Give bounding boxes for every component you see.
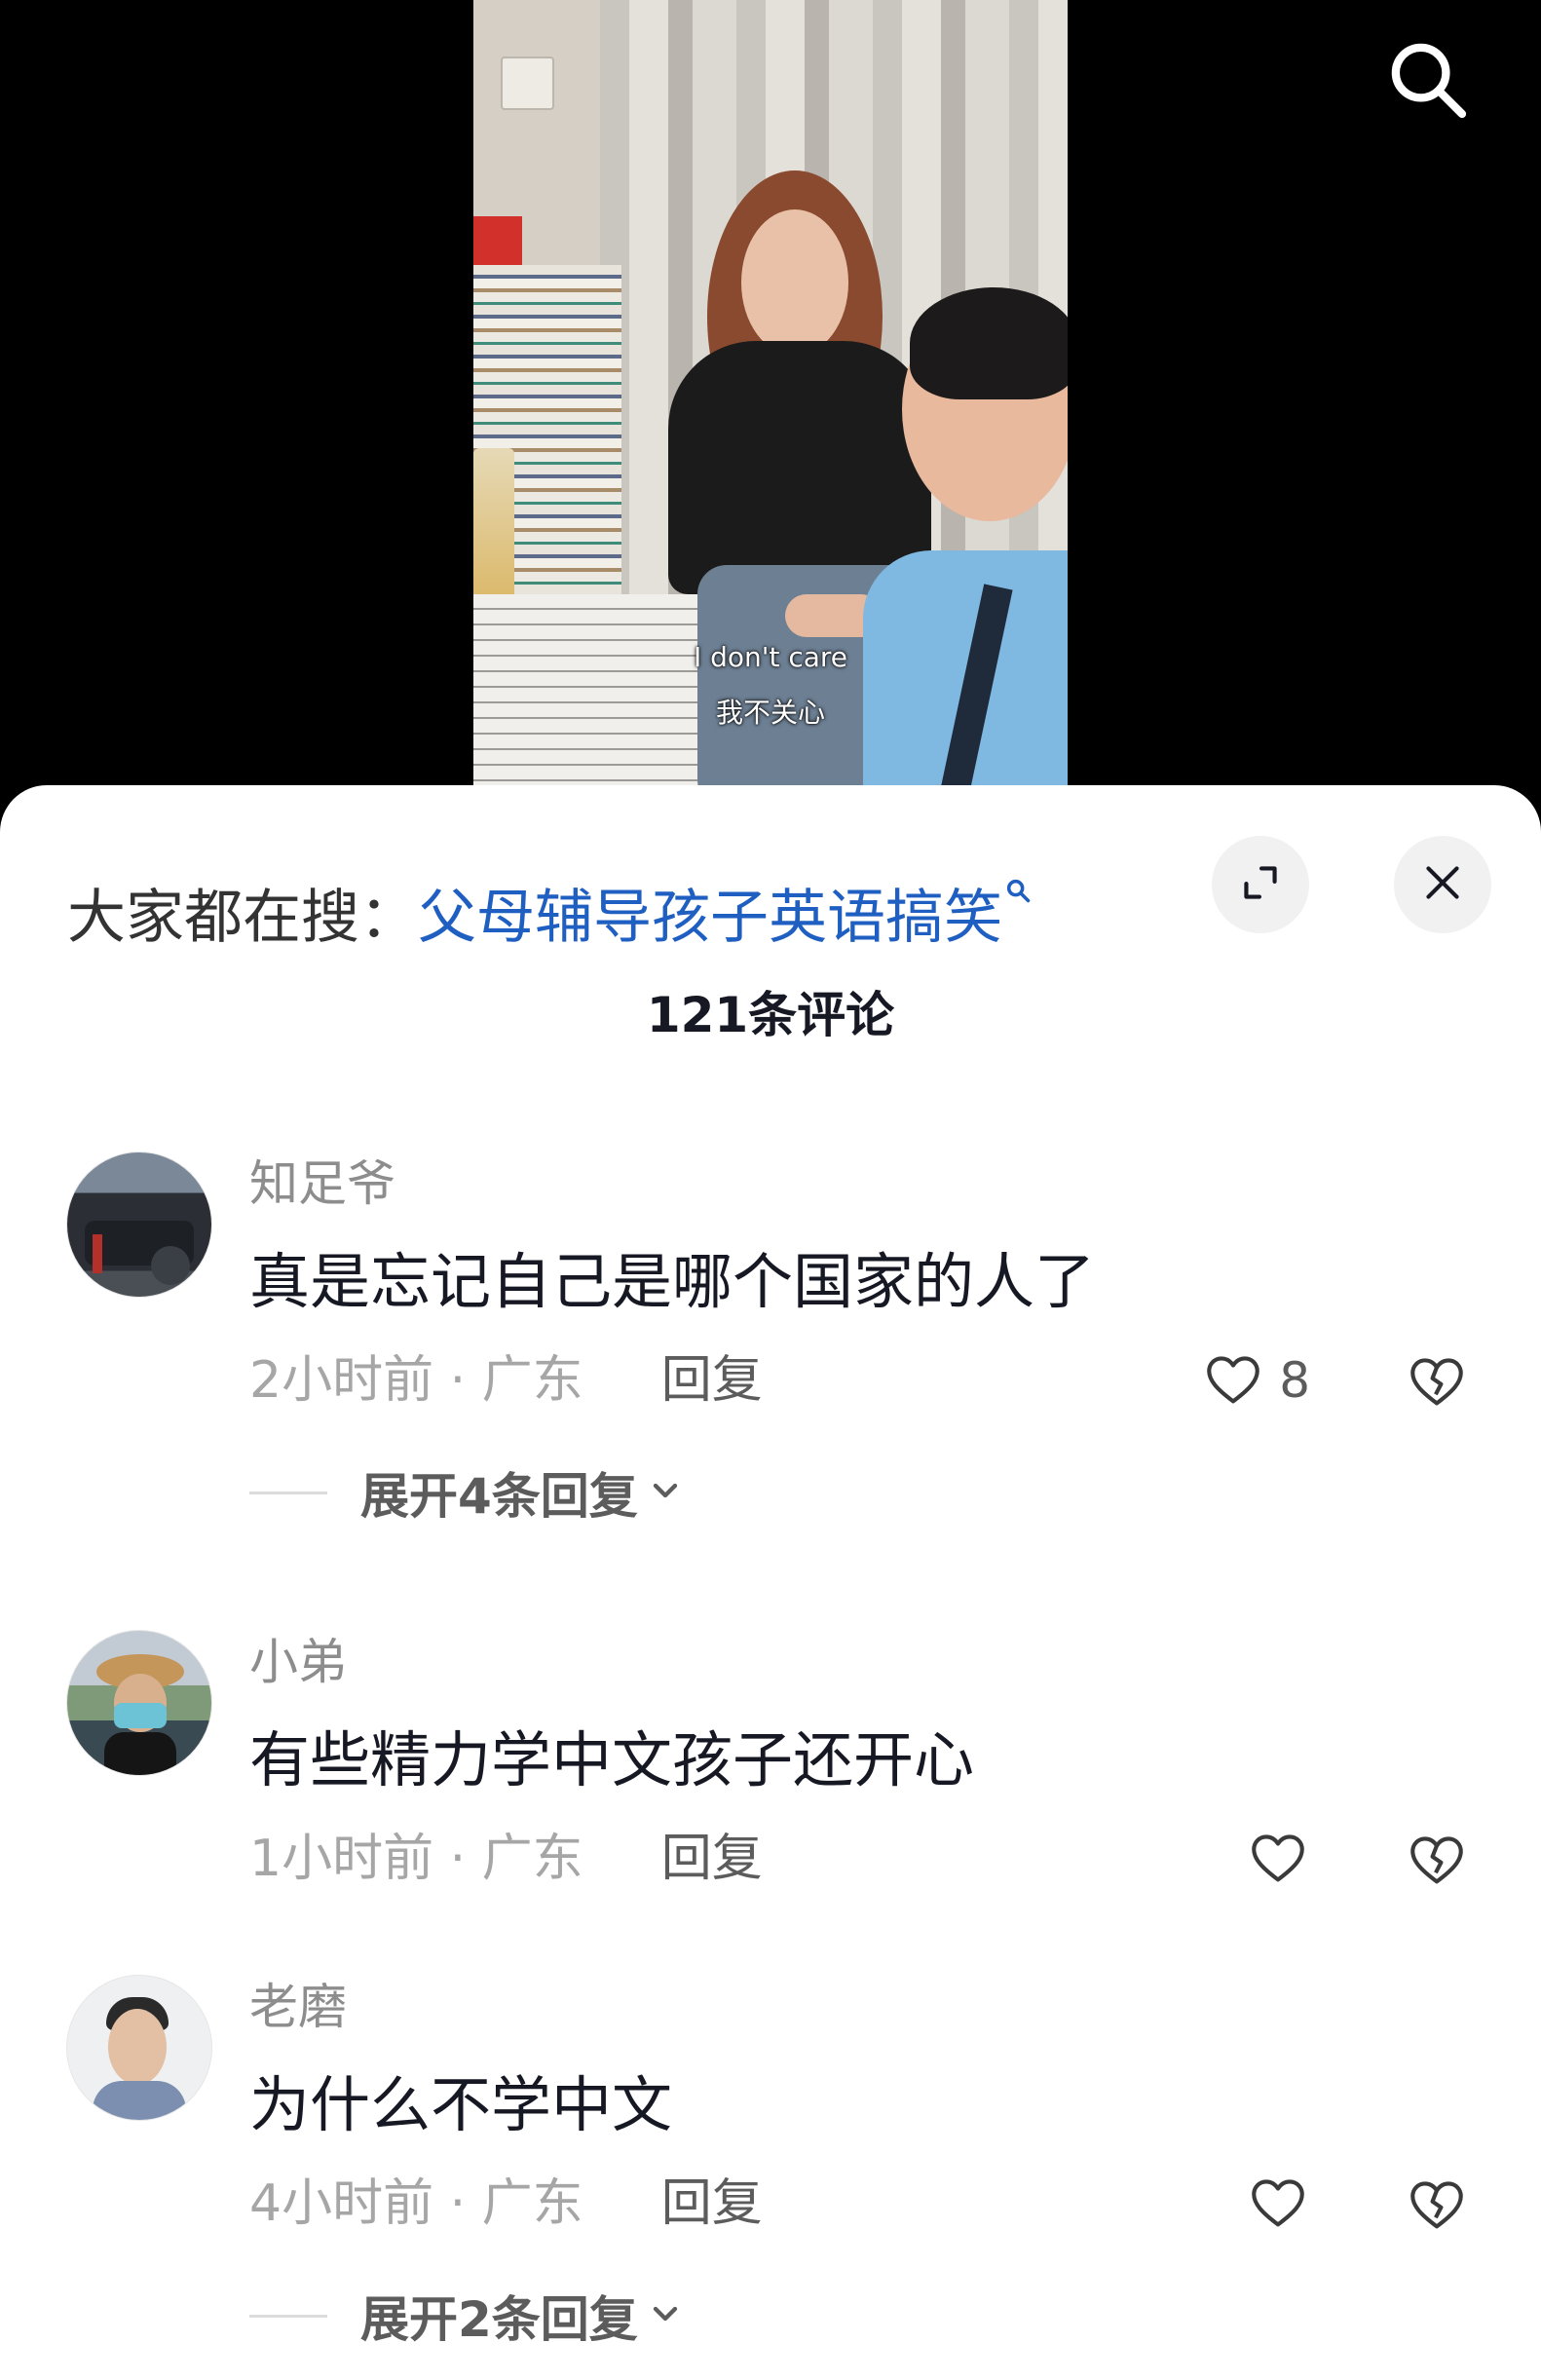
- expand-button[interactable]: [1212, 836, 1309, 933]
- heart-icon: [1246, 2170, 1310, 2238]
- reply-button[interactable]: 回复: [661, 1351, 763, 1410]
- expand-replies-label: 展开2条回复: [360, 2291, 638, 2348]
- expand-replies-button[interactable]: 展开2条回复: [249, 2286, 685, 2348]
- like-button[interactable]: [1246, 2172, 1310, 2235]
- comment-meta: 2小时前 · 广东 回复: [249, 1349, 763, 1412]
- comment-item: 老磨 为什么不学中文 4小时前 · 广东 回复 展开2条回复: [0, 1975, 1541, 2355]
- avatar[interactable]: [66, 1630, 212, 1776]
- expand-icon: [1235, 857, 1286, 912]
- comment-time-location: 2小时前 · 广东: [249, 1351, 583, 1410]
- divider-line: [249, 1491, 327, 1494]
- dislike-button[interactable]: [1405, 1348, 1469, 1413]
- divider-line: [249, 2314, 327, 2318]
- comment-time-location: 4小时前 · 广东: [249, 2174, 583, 2233]
- comment-item: 小弟 有些精力学中文孩子还开心 1小时前 · 广东 回复: [0, 1630, 1541, 2010]
- like-button[interactable]: [1246, 1828, 1310, 1890]
- avatar-photo-detail: [114, 1703, 167, 1728]
- avatar-photo-detail: [151, 1246, 190, 1285]
- close-icon: [1417, 857, 1468, 912]
- reply-button[interactable]: 回复: [661, 1830, 763, 1888]
- comment-text[interactable]: 真是忘记自己是哪个国家的人了: [249, 1245, 1095, 1319]
- search-icon: [1004, 846, 1032, 903]
- dislike-button[interactable]: [1405, 2172, 1469, 2236]
- like-button[interactable]: 8: [1201, 1349, 1310, 1412]
- avatar-photo-detail: [93, 1234, 102, 1273]
- dislike-button[interactable]: [1405, 1827, 1469, 1891]
- comment-item: 知足爷 真是忘记自己是哪个国家的人了 2小时前 · 广东 回复 8 展开4条回复: [0, 1152, 1541, 1531]
- reply-button[interactable]: 回复: [661, 2174, 763, 2233]
- video-subtitle-en: I don't care: [693, 641, 848, 673]
- comment-username[interactable]: 老磨: [249, 1978, 347, 2036]
- video-kid-hair: [910, 287, 1068, 399]
- expand-replies-button[interactable]: 展开4条回复: [249, 1463, 685, 1525]
- comment-text[interactable]: 有些精力学中文孩子还开心: [249, 1723, 974, 1797]
- suggested-search-query[interactable]: 父母辅导孩子英语搞笑: [418, 884, 1002, 952]
- broken-heart-icon: [1405, 2181, 1469, 2240]
- video-wall-switch: [501, 57, 554, 110]
- chevron-down-icon: [638, 1471, 685, 1514]
- avatar[interactable]: [66, 1152, 212, 1298]
- like-count: 8: [1279, 1352, 1310, 1409]
- comment-text[interactable]: 为什么不学中文: [249, 2068, 672, 2142]
- heart-icon: [1201, 1346, 1265, 1415]
- comment-sheet: 大家都在搜：父母辅导孩子英语搞笑 121条评论 知足爷 真是忘记自己是哪个国家的…: [0, 785, 1541, 2380]
- close-button[interactable]: [1394, 836, 1491, 933]
- chevron-down-icon: [638, 2294, 685, 2337]
- avatar-photo-detail: [104, 1732, 176, 1775]
- broken-heart-icon: [1405, 1358, 1469, 1417]
- comment-meta: 1小时前 · 广东 回复: [249, 1828, 763, 1890]
- expand-replies-label: 展开4条回复: [360, 1468, 638, 1525]
- comment-count: 121条评论: [646, 987, 895, 1043]
- suggested-search-label: 大家都在搜：: [67, 884, 418, 952]
- comment-time-location: 1小时前 · 广东: [249, 1830, 583, 1888]
- avatar[interactable]: [66, 1975, 212, 2121]
- comment-meta: 4小时前 · 广东 回复: [249, 2172, 763, 2235]
- video-subtitle-zh: 我不关心: [715, 697, 825, 729]
- search-icon[interactable]: [1383, 35, 1473, 125]
- video-woman-face: [741, 209, 848, 356]
- comment-username[interactable]: 知足爷: [249, 1154, 395, 1213]
- suggested-search-row[interactable]: 大家都在搜：父母辅导孩子英语搞笑: [67, 846, 1032, 952]
- comment-username[interactable]: 小弟: [249, 1633, 347, 1691]
- video-red-box: [473, 216, 522, 267]
- avatar-photo-detail: [108, 2009, 167, 2085]
- video-player[interactable]: I don't care 我不关心: [473, 0, 1068, 809]
- broken-heart-icon: [1405, 1836, 1469, 1895]
- avatar-photo-detail: [93, 2081, 186, 2120]
- heart-icon: [1246, 1825, 1310, 1893]
- video-woman-shirt: [668, 341, 931, 594]
